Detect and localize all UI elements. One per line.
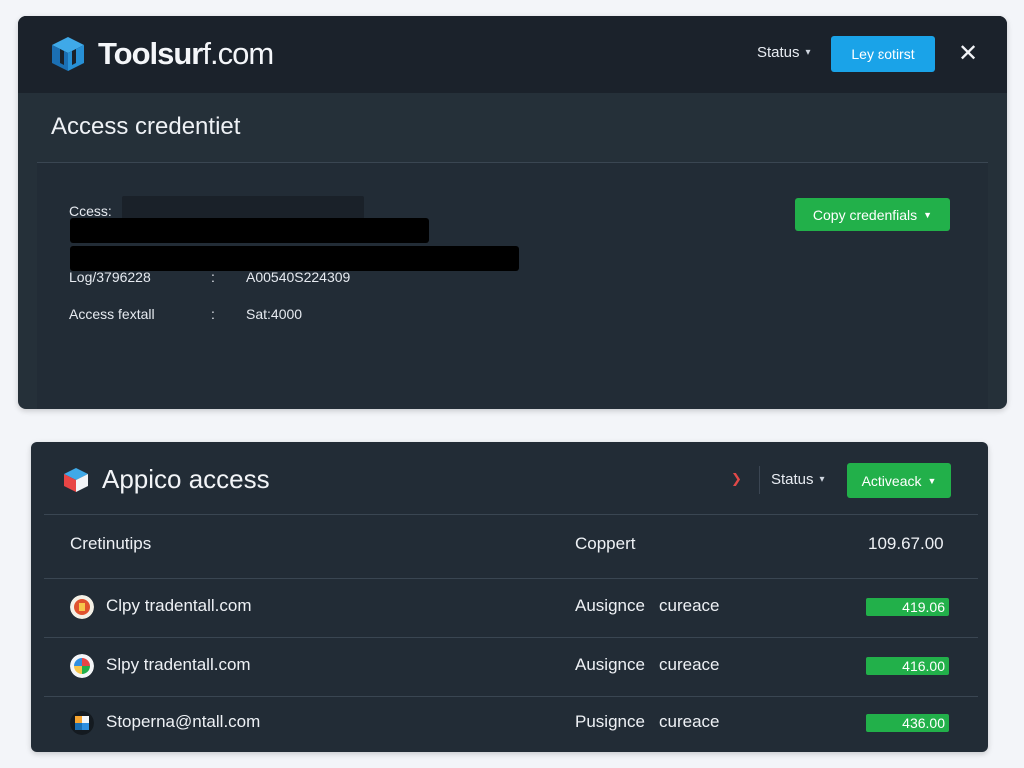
close-icon[interactable]: ✕: [956, 42, 980, 66]
status-dropdown-label: Status: [757, 44, 800, 61]
brand[interactable]: Toolsurf.com: [50, 35, 274, 73]
field-label-access: Ccess:: [69, 203, 112, 219]
puzzle-icon: [70, 711, 94, 735]
row-sub: cureace: [659, 712, 720, 731]
app-access-panel: Appico access ❯ Status ▾ Activeack ▼ Cre…: [31, 442, 988, 752]
credentials-panel: Toolsurf.com Status ▾ Ley ɛotirst ✕ Acce…: [18, 16, 1007, 409]
top-bar: Toolsurf.com Status ▾ Ley ɛotirst ✕: [18, 16, 1007, 93]
app-access-title: Appico access: [102, 464, 270, 494]
brand-name-main: Toolsur: [98, 36, 203, 71]
row-type: Ausignce: [575, 596, 645, 615]
chevron-down-icon: ▾: [819, 474, 825, 485]
redacted-block: [70, 246, 519, 271]
row-email: Slpy tradentall.com: [106, 655, 251, 674]
status-dropdown-label: Status: [771, 471, 814, 488]
row-sub: cureace: [659, 596, 720, 615]
field-label-log: Log/3796228: [69, 269, 151, 285]
red-badge-icon: [70, 595, 94, 619]
row-type: Ausignce: [575, 655, 645, 674]
divider: [759, 466, 760, 494]
section-title: Access credentiet: [51, 113, 241, 140]
cube-app-icon: [64, 468, 88, 492]
brand-name-tld: f.com: [202, 36, 274, 71]
column-header-name: Cretinutips: [70, 534, 152, 553]
status-dropdown[interactable]: Status ▾: [771, 471, 825, 488]
access-input[interactable]: [122, 196, 364, 219]
active-filter-button[interactable]: Activeack ▼: [847, 463, 951, 498]
field-colon: :: [211, 269, 215, 285]
column-header-amount: 109.67.00: [868, 534, 944, 553]
chevron-down-icon: ▼: [923, 209, 933, 220]
table-row[interactable]: Clpy tradentall.com Ausignce cureace 419…: [44, 578, 978, 636]
copy-credentials-label: Copy credenfials: [812, 206, 918, 223]
redacted-block: [70, 218, 429, 243]
row-email: Clpy tradentall.com: [106, 596, 252, 615]
row-type: Pusignce: [575, 712, 645, 731]
column-header-type: Coppert: [575, 534, 636, 553]
table-row[interactable]: Slpy tradentall.com Ausignce cureace 416…: [44, 637, 978, 695]
google-icon: [70, 654, 94, 678]
field-label-access-fextall: Access fextall: [69, 306, 155, 322]
row-email: Stoperna@ntall.com: [106, 712, 261, 731]
header-action-button[interactable]: Ley ɛotirst: [831, 36, 935, 72]
amount-badge: 436.00: [866, 714, 949, 732]
table-row[interactable]: Stoperna@ntall.com Pusignce cureace 436.…: [44, 696, 978, 752]
divider: [44, 514, 978, 515]
app-access-header: Appico access ❯ Status ▾ Activeack ▼: [31, 442, 988, 514]
brand-name: Toolsurf.com: [98, 36, 274, 72]
cube-logo-icon: [52, 37, 84, 71]
row-sub: cureace: [659, 655, 720, 674]
chevron-down-icon: ▾: [805, 47, 811, 58]
copy-credentials-button[interactable]: Copy credenfials ▼: [795, 198, 950, 231]
active-filter-label: Activeack: [861, 472, 922, 489]
status-dropdown[interactable]: Status ▾: [757, 44, 811, 61]
field-value-access-fextall: Sat:4000: [246, 306, 303, 322]
field-colon: :: [211, 306, 215, 322]
field-value-log: A00540S224309: [246, 269, 351, 285]
chevron-down-icon[interactable]: ❯: [731, 471, 742, 487]
amount-badge: 416.00: [866, 657, 949, 675]
chevron-down-icon: ▼: [927, 475, 937, 486]
amount-badge: 419.06: [866, 598, 949, 616]
